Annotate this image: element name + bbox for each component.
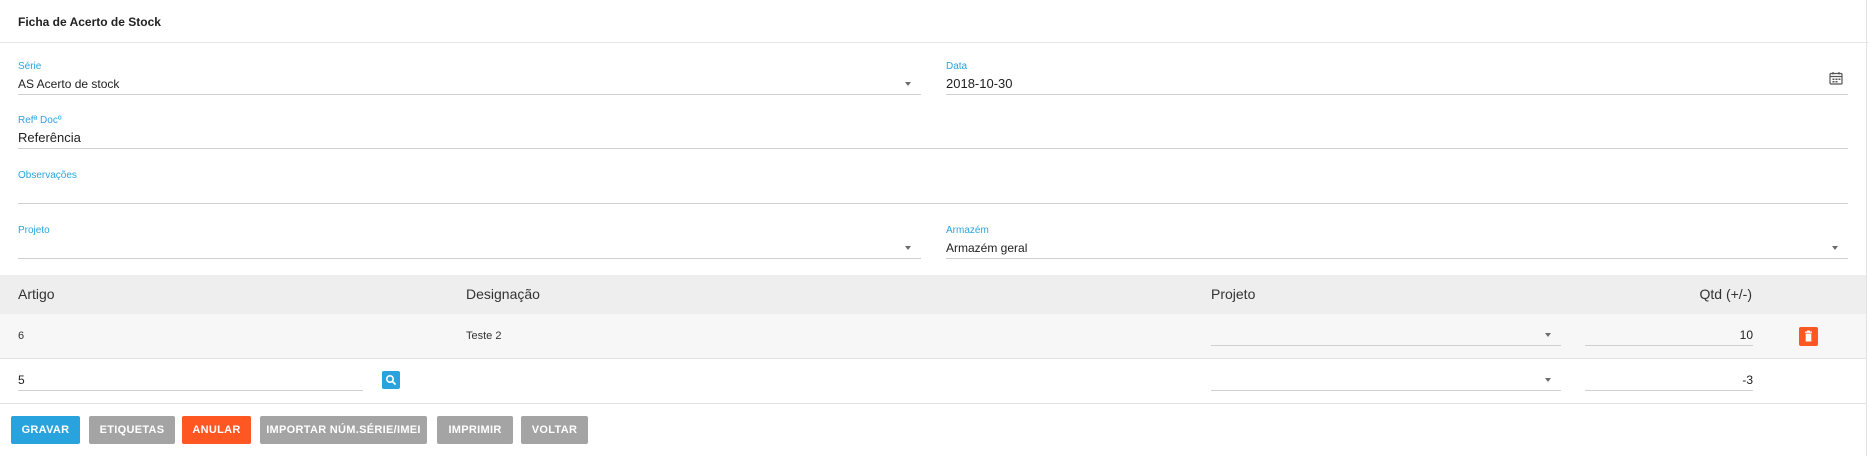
- chevron-down-icon: [1545, 378, 1551, 382]
- search-icon: [386, 375, 396, 385]
- chevron-down-icon: [905, 246, 911, 250]
- armazem-label: Armazém: [946, 225, 989, 236]
- new-artigo-input[interactable]: 5: [18, 369, 363, 391]
- new-artigo-value: 5: [18, 373, 25, 387]
- projeto-label: Projeto: [18, 225, 50, 236]
- row-projeto-select[interactable]: [1211, 324, 1561, 346]
- new-projeto-select[interactable]: [1211, 369, 1561, 391]
- etiquetas-button[interactable]: ETIQUETAS: [89, 416, 175, 444]
- chevron-down-icon: [1832, 246, 1838, 250]
- observacoes-label: Observações: [18, 170, 77, 181]
- trash-icon: [1805, 330, 1812, 342]
- row-qtd-value: 10: [1739, 328, 1753, 342]
- chevron-down-icon: [905, 82, 911, 86]
- anular-button[interactable]: ANULAR: [182, 416, 251, 444]
- armazem-select[interactable]: Armazém Armazém geral: [946, 225, 1848, 259]
- column-header-projeto: Projeto: [1211, 286, 1256, 302]
- date-value: 2018-10-30: [946, 76, 1013, 91]
- gravar-button[interactable]: GRAVAR: [11, 416, 80, 444]
- armazem-value: Armazém geral: [946, 241, 1028, 255]
- chevron-down-icon: [1545, 333, 1551, 337]
- search-artigo-button[interactable]: [382, 371, 400, 389]
- ref-doc-value: Referência: [18, 130, 81, 145]
- column-header-artigo: Artigo: [18, 286, 55, 302]
- date-label: Data: [946, 61, 968, 72]
- row-qtd-input[interactable]: 10: [1585, 324, 1753, 346]
- new-qtd-input[interactable]: -3: [1585, 369, 1753, 391]
- page-title: Ficha de Acerto de Stock: [18, 15, 161, 29]
- serie-select[interactable]: Série AS Acerto de stock: [18, 61, 921, 95]
- new-entry-row: 5 -3: [0, 359, 1866, 404]
- new-qtd-value: -3: [1742, 373, 1753, 387]
- serie-value: AS Acerto de stock: [18, 77, 120, 91]
- ref-doc-label: Refª Docº: [18, 115, 62, 126]
- imprimir-button[interactable]: IMPRIMIR: [437, 416, 513, 444]
- importar-serie-button[interactable]: IMPORTAR NÚM.SÉRIE/IMEI: [260, 416, 427, 444]
- card-header: Ficha de Acerto de Stock: [0, 0, 1869, 43]
- observacoes-field[interactable]: Observações: [18, 170, 1848, 204]
- projeto-select[interactable]: Projeto: [18, 225, 921, 259]
- table-header: Artigo Designação Projeto Qtd (+/-): [0, 275, 1866, 314]
- voltar-button[interactable]: VOLTAR: [521, 416, 588, 444]
- row-designacao: Teste 2: [466, 330, 502, 342]
- column-header-qtd: Qtd (+/-): [1699, 286, 1752, 302]
- ref-doc-field[interactable]: Refª Docº Referência: [18, 115, 1848, 149]
- date-field[interactable]: Data 2018-10-30: [946, 61, 1848, 95]
- column-header-designacao: Designação: [466, 286, 540, 302]
- row-artigo: 6: [18, 330, 25, 342]
- page-right-border: [1866, 0, 1867, 456]
- table-row: 6 Teste 2 10: [0, 314, 1866, 359]
- serie-label: Série: [18, 61, 42, 72]
- calendar-icon[interactable]: [1829, 71, 1843, 85]
- delete-row-button[interactable]: [1799, 327, 1818, 346]
